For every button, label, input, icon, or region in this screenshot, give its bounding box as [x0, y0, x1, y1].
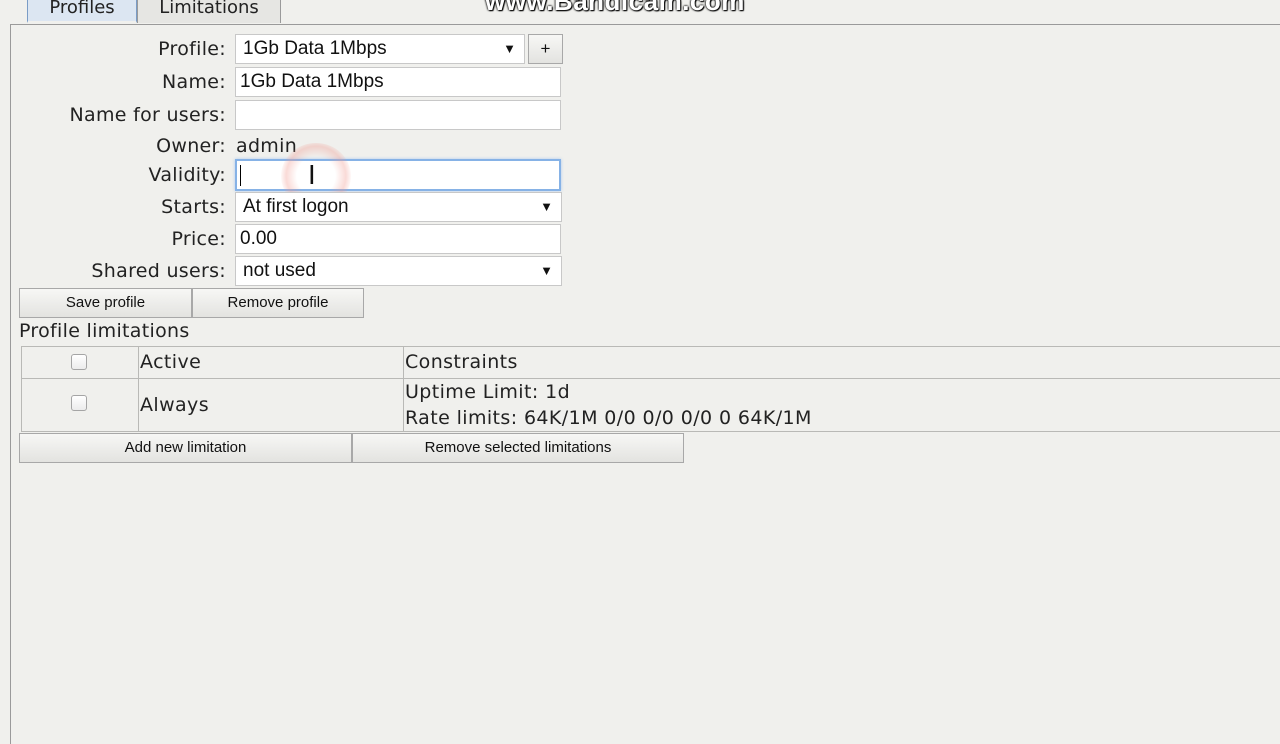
starts-label: Starts:	[161, 196, 226, 218]
owner-label: Owner:	[156, 135, 226, 157]
row-active-value: Always	[140, 394, 210, 416]
grid-line	[21, 346, 1280, 347]
tab-limitations[interactable]: Limitations	[137, 0, 281, 23]
select-all-checkbox[interactable]	[71, 354, 87, 370]
row-constraint-rate: Rate limits: 64K/1M 0/0 0/0 0/0 0 64K/1M	[405, 407, 812, 429]
name-for-users-label: Name for users:	[69, 104, 226, 126]
row-checkbox[interactable]	[71, 395, 87, 411]
column-header-constraints: Constraints	[405, 351, 518, 373]
shared-users-select-value: not used	[243, 260, 316, 281]
grid-line	[138, 346, 139, 432]
remove-profile-button[interactable]: Remove profile	[192, 288, 364, 318]
owner-value: admin	[236, 135, 298, 157]
add-profile-button[interactable]: +	[528, 34, 563, 64]
name-for-users-field[interactable]	[235, 100, 561, 130]
add-limitation-button[interactable]: Add new limitation	[19, 433, 352, 463]
save-profile-button[interactable]: Save profile	[19, 288, 192, 318]
row-constraint-uptime: Uptime Limit: 1d	[405, 381, 571, 403]
profile-select-value: 1Gb Data 1Mbps	[243, 38, 387, 59]
profile-select[interactable]: 1Gb Data 1Mbps ▼	[235, 34, 525, 64]
content-panel	[10, 24, 1280, 744]
dropdown-arrow-icon: ▼	[540, 199, 553, 214]
remove-selected-limitations-button[interactable]: Remove selected limitations	[352, 433, 684, 463]
dropdown-arrow-icon: ▼	[540, 263, 553, 278]
grid-line	[21, 346, 22, 432]
starts-select[interactable]: At first logon ▼	[235, 192, 562, 222]
tab-profiles[interactable]: Profiles	[27, 0, 137, 23]
grid-line	[403, 346, 404, 432]
name-field[interactable]	[235, 67, 561, 97]
grid-line	[21, 378, 1280, 379]
price-label: Price:	[171, 228, 226, 250]
name-label: Name:	[162, 71, 226, 93]
ibeam-cursor-icon: I	[308, 161, 316, 191]
dropdown-arrow-icon: ▼	[503, 41, 516, 56]
column-header-active: Active	[140, 351, 202, 373]
recording-watermark: www.Bandicam.com	[485, 0, 745, 16]
starts-select-value: At first logon	[243, 196, 349, 217]
validity-label: Validity:	[148, 164, 226, 186]
grid-line	[21, 431, 1280, 432]
profile-label: Profile:	[158, 38, 226, 60]
text-caret	[240, 165, 241, 186]
section-title: Profile limitations	[19, 320, 190, 342]
shared-users-select[interactable]: not used ▼	[235, 256, 562, 286]
price-field[interactable]	[235, 224, 561, 254]
shared-users-label: Shared users:	[91, 260, 226, 282]
